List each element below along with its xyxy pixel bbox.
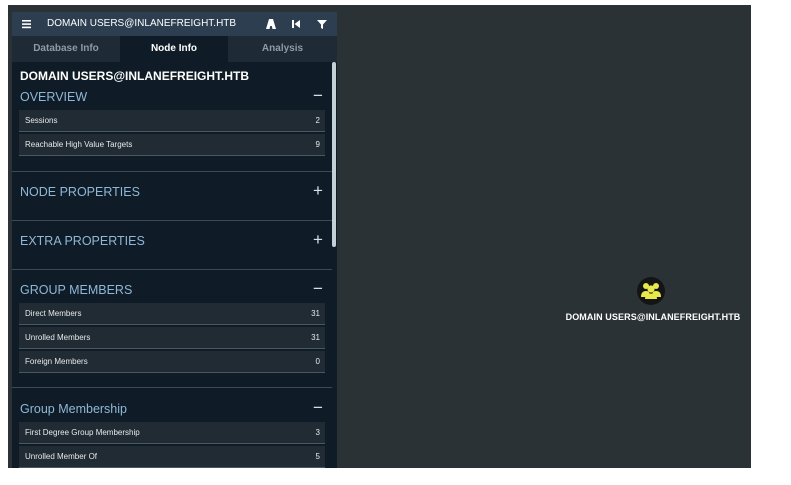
row-key: Direct Members [25, 309, 82, 318]
row-key: First Degree Group Membership [25, 428, 140, 437]
row-value: 31 [311, 309, 320, 318]
path-icon[interactable] [264, 16, 278, 32]
list-item[interactable]: Sessions 2 [19, 110, 325, 132]
divider [12, 220, 332, 221]
scrollbar[interactable] [332, 62, 337, 468]
collapse-icon[interactable]: − [311, 279, 325, 299]
menu-icon[interactable] [21, 16, 33, 32]
list-item[interactable]: Direct Members 31 [19, 303, 325, 325]
tab-analysis[interactable]: Analysis [228, 36, 337, 62]
row-key: Unrolled Members [25, 333, 91, 342]
section-label: Group Membership [20, 402, 127, 416]
row-value: 5 [315, 452, 320, 461]
node-info-content: DOMAIN USERS@INLANEFREIGHT.HTB OVERVIEW … [12, 62, 332, 468]
group-icon[interactable] [637, 277, 665, 305]
search-bar: DOMAIN USERS@INLANEFREIGHT.HTB [12, 12, 337, 36]
tab-bar: Database Info Node Info Analysis [12, 36, 337, 62]
section-label: NODE PROPERTIES [20, 185, 140, 199]
row-key: Unrolled Member Of [25, 452, 98, 461]
section-node-properties-header[interactable]: NODE PROPERTIES + [20, 181, 325, 203]
collapse-icon[interactable]: − [311, 398, 325, 418]
row-key: Foreign Members [25, 357, 88, 366]
tab-node-info[interactable]: Node Info [120, 36, 228, 62]
section-extra-properties-header[interactable]: EXTRA PROPERTIES + [20, 230, 325, 252]
back-icon[interactable] [289, 16, 303, 32]
row-value: 2 [315, 116, 320, 125]
divider [12, 171, 332, 172]
collapse-icon[interactable]: − [311, 86, 325, 106]
row-key: Reachable High Value Targets [25, 140, 133, 149]
list-item[interactable]: Foreign Members 0 [19, 351, 325, 373]
node-title: DOMAIN USERS@INLANEFREIGHT.HTB [20, 69, 250, 83]
section-label: EXTRA PROPERTIES [20, 234, 145, 248]
list-item[interactable]: First Degree Group Membership 3 [19, 422, 325, 444]
tab-database-info[interactable]: Database Info [12, 36, 120, 62]
search-input[interactable]: DOMAIN USERS@INLANEFREIGHT.HTB [47, 18, 236, 29]
node-label: DOMAIN USERS@INLANEFREIGHT.HTB [565, 312, 741, 322]
section-overview-header[interactable]: OVERVIEW − [20, 86, 325, 108]
divider [12, 387, 332, 388]
row-value: 9 [315, 140, 320, 149]
screen: DOMAIN USERS@INLANEFREIGHT.HTB DOMAIN US… [0, 0, 791, 485]
row-value: 31 [311, 333, 320, 342]
list-item[interactable]: Reachable High Value Targets 9 [19, 134, 325, 156]
filter-icon[interactable] [315, 16, 329, 32]
section-label: OVERVIEW [20, 90, 88, 104]
section-group-membership-header[interactable]: Group Membership − [20, 398, 325, 420]
side-panel: DOMAIN USERS@INLANEFREIGHT.HTB Database … [12, 12, 337, 468]
section-group-members-header[interactable]: GROUP MEMBERS − [20, 279, 325, 301]
row-value: 0 [315, 357, 320, 366]
list-item[interactable]: Unrolled Member Of 5 [19, 446, 325, 468]
scrollbar-thumb[interactable] [332, 62, 336, 247]
expand-icon[interactable]: + [311, 230, 325, 250]
row-key: Sessions [25, 116, 58, 125]
expand-icon[interactable]: + [311, 181, 325, 201]
row-value: 3 [315, 428, 320, 437]
divider [12, 269, 332, 270]
section-label: GROUP MEMBERS [20, 283, 133, 297]
list-item[interactable]: Unrolled Members 31 [19, 327, 325, 349]
